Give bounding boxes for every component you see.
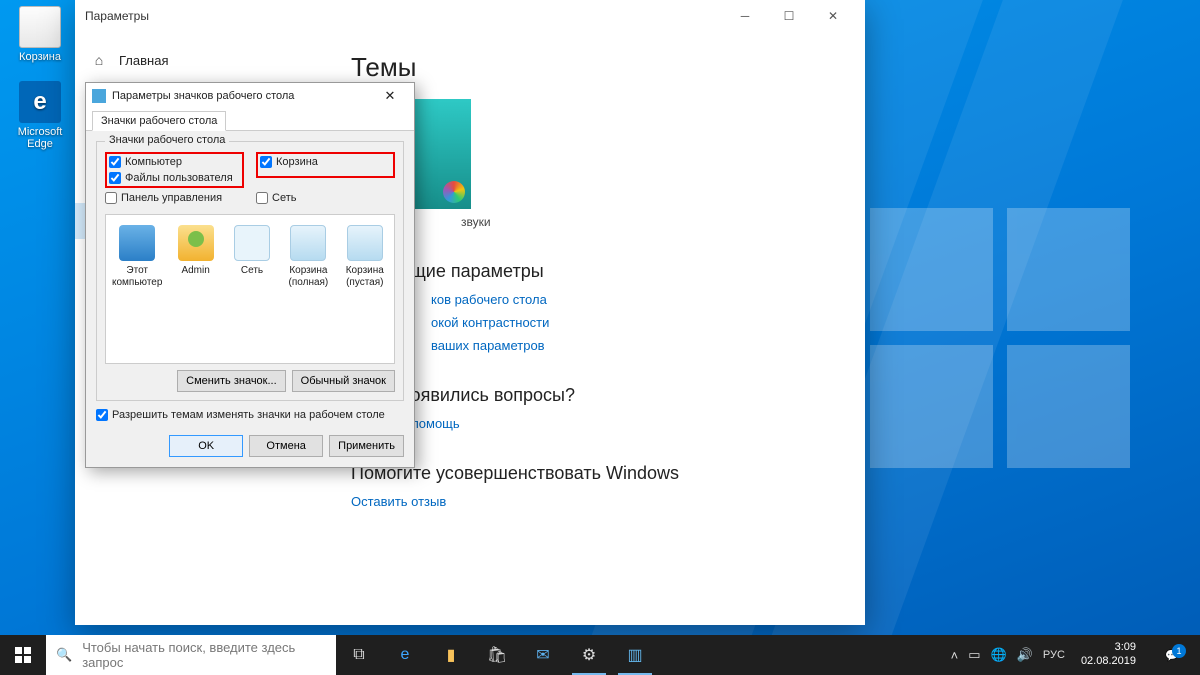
minimize-button[interactable]: ─: [723, 0, 767, 32]
sidebar-item-label: Главная: [119, 53, 168, 68]
settings-title: Параметры: [85, 9, 149, 23]
taskbar-explorer[interactable]: ▮: [428, 635, 474, 675]
link-desktop-icons[interactable]: ков рабочего стола: [351, 292, 839, 307]
windows-icon: [15, 647, 31, 663]
check-allow-themes[interactable]: Разрешить темам изменять значки на рабоч…: [96, 409, 404, 421]
tray-network-icon[interactable]: 🌐: [991, 647, 1007, 663]
link-feedback[interactable]: Оставить отзыв: [351, 494, 839, 509]
taskbar-mail[interactable]: ✉: [520, 635, 566, 675]
link-get-help[interactable]: Получить помощь: [351, 416, 839, 431]
icon-preview-item[interactable]: Сеть: [229, 225, 275, 277]
preview-icon-label: Корзина (пустая): [342, 265, 388, 289]
checkbox-group: Значки рабочего стола Компьютер Файлы по…: [96, 141, 404, 401]
preview-icon: [119, 225, 155, 261]
preview-icon-label: Этот компьютер: [112, 265, 162, 289]
checkbox[interactable]: [256, 192, 268, 204]
desktop-icons-dialog: Параметры значков рабочего стола ✕ Значк…: [85, 82, 415, 468]
link-high-contrast[interactable]: окой контрастности: [351, 315, 839, 330]
check-recycle-bin[interactable]: Корзина: [260, 156, 391, 168]
default-icon-button[interactable]: Обычный значок: [292, 370, 395, 392]
check-computer[interactable]: Компьютер: [109, 156, 240, 168]
group-label: Значки рабочего стола: [105, 134, 229, 146]
related-heading: щие параметры: [351, 261, 839, 282]
check-user-files[interactable]: Файлы пользователя: [109, 172, 240, 184]
dialog-title: Параметры значков рабочего стола: [112, 90, 294, 102]
cancel-button[interactable]: Отмена: [249, 435, 323, 457]
taskbar-dialog[interactable]: ▥: [612, 635, 658, 675]
preview-icon: [347, 225, 383, 261]
preview-icon-label: Admin: [172, 265, 218, 277]
notification-badge: 1: [1172, 644, 1186, 658]
taskbar-time: 3:09: [1081, 641, 1136, 655]
preview-icon-label: Сеть: [229, 265, 275, 277]
tray-volume-icon[interactable]: 🔊: [1017, 647, 1033, 663]
help-heading: У вас появились вопросы?: [351, 385, 839, 406]
taskbar-store[interactable]: 🛍: [474, 635, 520, 675]
page-title: Темы: [351, 52, 839, 83]
desktop-icon-recycle-bin[interactable]: Корзина: [6, 6, 74, 63]
home-icon: ⌂: [91, 52, 107, 68]
start-button[interactable]: [0, 635, 46, 675]
change-icon-button[interactable]: Сменить значок...: [177, 370, 286, 392]
taskbar-settings[interactable]: ⚙: [566, 635, 612, 675]
tray-language[interactable]: РУС: [1043, 649, 1065, 661]
recycle-bin-icon: [19, 6, 61, 48]
system-tray: ˄ ▭ 🌐 🔊 РУС 3:09 02.08.2019 💬 1: [943, 641, 1200, 669]
check-network[interactable]: Сеть: [256, 192, 395, 204]
check-control-panel[interactable]: Панель управления: [105, 192, 244, 204]
search-placeholder: Чтобы начать поиск, введите здесь запрос: [82, 640, 326, 670]
taskbar-search[interactable]: 🔍 Чтобы начать поиск, введите здесь запр…: [46, 635, 336, 675]
checkbox[interactable]: [105, 192, 117, 204]
sidebar-home[interactable]: ⌂ Главная: [75, 42, 325, 78]
search-icon: 🔍: [56, 647, 72, 663]
sounds-fragment: звуки: [351, 215, 839, 229]
settings-titlebar[interactable]: Параметры ─ ☐ ✕: [75, 0, 865, 32]
desktop-icon-label: Корзина: [19, 51, 61, 63]
edge-icon: e: [19, 81, 61, 123]
checkbox[interactable]: [109, 172, 121, 184]
icon-preview-item[interactable]: Этот компьютер: [112, 225, 162, 289]
close-button[interactable]: ✕: [811, 0, 855, 32]
maximize-button[interactable]: ☐: [767, 0, 811, 32]
preview-icon: [234, 225, 270, 261]
preview-icon: [178, 225, 214, 261]
link-sync-settings[interactable]: ваших параметров: [351, 338, 839, 353]
task-view-button[interactable]: ⧉: [336, 635, 382, 675]
icon-preview-item[interactable]: Корзина (пустая): [342, 225, 388, 289]
taskbar-edge[interactable]: e: [382, 635, 428, 675]
checkbox[interactable]: [96, 409, 108, 421]
apply-button[interactable]: Применить: [329, 435, 404, 457]
taskbar: 🔍 Чтобы начать поиск, введите здесь запр…: [0, 635, 1200, 675]
checkbox[interactable]: [109, 156, 121, 168]
taskbar-date: 02.08.2019: [1081, 655, 1136, 669]
preview-icon: [290, 225, 326, 261]
windows-logo: [870, 208, 1130, 468]
action-center-button[interactable]: 💬 1: [1152, 649, 1192, 662]
tray-chevron-icon[interactable]: ˄: [951, 648, 959, 663]
checkbox[interactable]: [260, 156, 272, 168]
ok-button[interactable]: OK: [169, 435, 243, 457]
desktop-icon-label: Microsoft Edge: [18, 126, 63, 150]
tab-desktop-icons[interactable]: Значки рабочего стола: [92, 111, 226, 131]
taskbar-clock[interactable]: 3:09 02.08.2019: [1075, 641, 1142, 669]
dialog-titlebar[interactable]: Параметры значков рабочего стола ✕: [86, 83, 414, 109]
icon-preview-list[interactable]: Этот компьютер Admin Сеть Корзина (полная) К…: [105, 214, 395, 364]
dialog-close-button[interactable]: ✕: [372, 85, 408, 107]
improve-heading: Помогите усовершенствовать Windows: [351, 463, 839, 484]
icon-preview-item[interactable]: Корзина (полная): [285, 225, 331, 289]
dialog-tabstrip: Значки рабочего стола: [86, 109, 414, 131]
desktop-icon-edge[interactable]: e Microsoft Edge: [6, 81, 74, 150]
preview-icon-label: Корзина (полная): [285, 265, 331, 289]
tray-battery-icon[interactable]: ▭: [968, 647, 980, 663]
icon-preview-item[interactable]: Admin: [172, 225, 218, 277]
dialog-icon: [92, 89, 106, 103]
